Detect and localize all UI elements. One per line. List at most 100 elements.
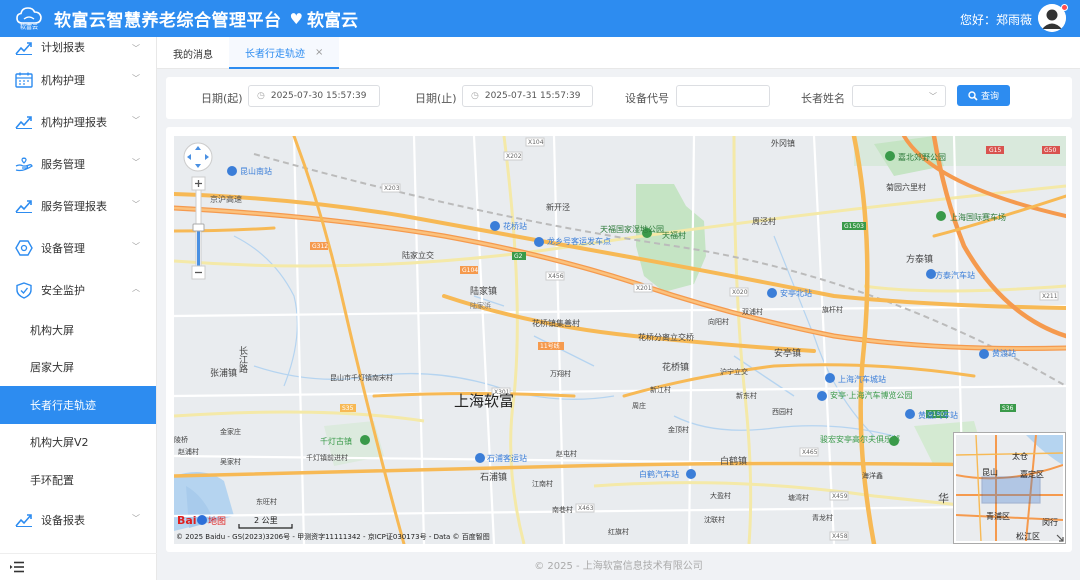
chart-up-icon bbox=[15, 39, 33, 57]
zoom-out-button[interactable] bbox=[191, 265, 206, 280]
chevron-down-icon: ﹀ bbox=[132, 242, 140, 251]
sidebar-item-safety-monitor[interactable]: 安全监护 ︿ bbox=[0, 269, 156, 311]
sidebar-collapse-button[interactable] bbox=[0, 553, 157, 580]
map-place-label: 嘉北郊野公园 bbox=[898, 152, 946, 162]
sidebar-item-device-mgmt[interactable]: 设备管理 ﹀ bbox=[0, 227, 156, 269]
brand-name: 软富云 bbox=[306, 11, 358, 31]
map-place-label: 黄渡站 bbox=[992, 348, 1016, 358]
start-date-input[interactable]: ◷ 2025-07-30 15:57:39 bbox=[248, 85, 380, 107]
map-place-label: 白鹤汽车站 bbox=[639, 469, 679, 479]
map-place-label: 塘湾村 bbox=[788, 493, 809, 502]
map-place-label: 东旺村 bbox=[256, 497, 277, 506]
sidebar-subitem-home-screen[interactable]: 居家大屏 bbox=[0, 349, 156, 387]
chart-up-icon bbox=[15, 113, 33, 131]
overview-minimap[interactable]: 太仓 嘉定区 昆山 青浦区 闵行 松江区 bbox=[953, 432, 1066, 544]
minimap-label: 青浦区 bbox=[986, 511, 1010, 521]
sidebar-item-label: 设备报表 bbox=[41, 513, 85, 527]
zoom-slider[interactable] bbox=[192, 189, 205, 267]
map-place-label: 新江村 bbox=[650, 385, 671, 394]
map-place-label: 上海国际赛车场 bbox=[950, 212, 1006, 222]
user-greeting[interactable]: 您好：郑雨薇 bbox=[960, 11, 1032, 28]
map-copyright: © 2025 Baidu - GS(2023)3206号 - 甲测资字11111… bbox=[176, 532, 490, 541]
map-place-label: 红旗村 bbox=[608, 527, 629, 536]
map-place-label: 天福国家湿地公园 bbox=[600, 224, 664, 234]
sidebar-subitem-institution-screen[interactable]: 机构大屏 bbox=[0, 311, 156, 349]
sidebar-item-service-mgmt[interactable]: 服务管理 ﹀ bbox=[0, 143, 156, 185]
hexagon-icon bbox=[15, 239, 33, 257]
minimap-label: 嘉定区 bbox=[1020, 469, 1044, 479]
map-place-label: 沪宁立交 bbox=[720, 367, 748, 376]
end-date-input[interactable]: ◷ 2025-07-31 15:57:39 bbox=[462, 85, 593, 107]
road-label: X201 bbox=[636, 285, 652, 292]
sidebar-subitem-bracelet-config[interactable]: 手环配置 bbox=[0, 461, 156, 499]
road-label: G50 bbox=[1044, 147, 1056, 154]
map-place-label: 花桥镇 bbox=[662, 361, 689, 373]
shield-icon bbox=[15, 281, 33, 299]
app-logo[interactable]: 软富云 bbox=[12, 2, 46, 36]
close-icon[interactable]: × bbox=[315, 47, 323, 58]
map-place-label: 向阳村 bbox=[708, 317, 729, 326]
elder-name-select[interactable]: ﹀ bbox=[852, 85, 946, 107]
map-place-label: 方泰汽车站 bbox=[935, 270, 975, 280]
clock-icon: ◷ bbox=[471, 91, 479, 101]
clock-icon: ◷ bbox=[257, 91, 265, 101]
tab-elder-track[interactable]: 长者行走轨迹 × bbox=[229, 37, 340, 69]
map-place-label: 安亭·上海汽车博览公园 bbox=[830, 390, 913, 400]
sidebar-item-service-report[interactable]: 服务管理报表 ﹀ bbox=[0, 185, 156, 227]
sidebar-item-institution-care[interactable]: 机构护理 ﹀ bbox=[0, 59, 156, 101]
map-place-label: 陆家立交 bbox=[402, 250, 434, 260]
tab-label: 我的消息 bbox=[173, 49, 213, 61]
tab-my-messages[interactable]: 我的消息 bbox=[157, 37, 229, 69]
sidebar-subitem-institution-screen-v2[interactable]: 机构大屏V2 bbox=[0, 424, 156, 462]
map-place-label: 昆山市千灯镇南宋村 bbox=[330, 373, 393, 382]
road-label: 11号线 bbox=[540, 342, 560, 350]
road-label: X211 bbox=[1042, 293, 1058, 300]
query-button[interactable]: 查询 bbox=[957, 85, 1010, 106]
end-date-value: 2025-07-31 15:57:39 bbox=[484, 91, 581, 101]
map-place-label: 龙乡号客运发车点 bbox=[547, 236, 611, 246]
zoom-in-button[interactable] bbox=[191, 176, 206, 191]
elder-name-label: 长者姓名 bbox=[801, 92, 845, 105]
minimap-label: 松江区 bbox=[1016, 531, 1040, 541]
tab-label: 长者行走轨迹 bbox=[245, 48, 305, 60]
map-place-label: 华 bbox=[938, 491, 949, 505]
map-place-label: 千灯镇前进村 bbox=[306, 453, 348, 462]
sidebar-item-institution-care-report[interactable]: 机构护理报表 ﹀ bbox=[0, 101, 156, 143]
sidebar-subitem-elder-track[interactable]: 长者行走轨迹 bbox=[0, 386, 156, 424]
chevron-down-icon: ﹀ bbox=[132, 116, 140, 125]
svg-text:地图: 地图 bbox=[208, 515, 226, 527]
sidebar-item-label: 设备管理 bbox=[41, 242, 85, 255]
chevron-down-icon: ﹀ bbox=[132, 200, 140, 209]
map-place-label: 外冈镇 bbox=[771, 138, 795, 148]
map-place-label: 陆家镇 bbox=[470, 285, 497, 297]
map-place-label: 石浦客运站 bbox=[487, 453, 527, 463]
map-place-label: 花桥站 bbox=[503, 221, 527, 231]
baidu-map[interactable]: X104 X202 X203 G312 G15 G1503 G2 X201 X0… bbox=[174, 136, 1066, 544]
map-place-label: 金顶村 bbox=[668, 425, 689, 434]
map-place-label: 海洋鑫 bbox=[862, 471, 883, 480]
map-place-label: 沈联村 bbox=[704, 515, 725, 524]
map-place-label: 千灯古镇 bbox=[320, 436, 352, 446]
road-label: X020 bbox=[732, 289, 748, 296]
map-place-label: 花桥分离立交桥 bbox=[638, 332, 694, 342]
sidebar-item-plan-report[interactable]: 计划报表 ﹀ bbox=[0, 37, 156, 59]
map-place-label: 方泰镇 bbox=[906, 253, 933, 265]
map-scale: 2 公里 bbox=[238, 516, 293, 529]
map-place-label: 江南村 bbox=[532, 479, 553, 488]
start-date-label: 日期(起) bbox=[201, 92, 243, 105]
map-place-label: 金家庄 bbox=[220, 427, 241, 436]
road-label: X203 bbox=[384, 185, 400, 192]
minimap-collapse-icon[interactable] bbox=[1056, 534, 1064, 542]
road-label: X459 bbox=[832, 493, 848, 500]
pan-control[interactable] bbox=[183, 142, 213, 172]
road-label: G2 bbox=[514, 253, 523, 260]
chevron-down-icon: ﹀ bbox=[929, 92, 937, 101]
map-place-label: 青龙村 bbox=[812, 513, 833, 522]
sidebar-item-device-report[interactable]: 设备报表 ﹀ bbox=[0, 499, 156, 541]
sidebar-subitem-label: 机构大屏V2 bbox=[30, 436, 89, 450]
logo-text: 软富云 bbox=[19, 23, 38, 31]
device-code-input[interactable] bbox=[676, 85, 770, 107]
map-place-label: 赵浦村 bbox=[178, 447, 199, 456]
map-place-label: 安亭北站 bbox=[780, 288, 812, 298]
road-label: X463 bbox=[578, 505, 594, 512]
